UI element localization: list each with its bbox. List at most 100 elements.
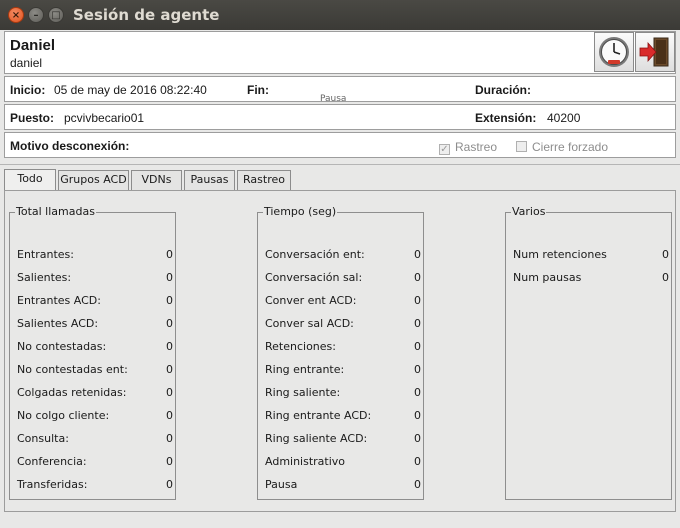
- rastreo-checkbox[interactable]: ✓ Rastreo: [439, 140, 497, 155]
- stat-row: Pausa 0: [265, 478, 421, 492]
- stat-value: 0: [414, 248, 421, 261]
- stat-value: 0: [414, 340, 421, 353]
- agent-username: daniel: [10, 56, 43, 70]
- stat-row: Retenciones: 0: [265, 340, 421, 354]
- tab-pausas[interactable]: Pausas: [184, 170, 235, 190]
- stat-label: Ring saliente ACD:: [265, 432, 368, 445]
- clock-button[interactable]: [594, 32, 634, 72]
- stat-value: 0: [166, 386, 173, 399]
- stat-label: Num retenciones: [513, 248, 607, 261]
- inicio-value: 05 de may de 2016 08:22:40: [54, 83, 207, 97]
- maximize-window-button[interactable]: □: [48, 7, 64, 23]
- stat-label: Transferidas:: [17, 478, 88, 491]
- tab-grupos-acd[interactable]: Grupos ACD: [58, 170, 129, 190]
- stat-value: 0: [414, 455, 421, 468]
- tab-todo[interactable]: Todo: [4, 169, 56, 190]
- stat-value: 0: [166, 271, 173, 284]
- inicio-label: Inicio:: [10, 83, 46, 97]
- stat-row: No contestadas: 0: [17, 340, 173, 354]
- duracion-label: Duración:: [475, 83, 532, 97]
- stat-value: 0: [414, 294, 421, 307]
- stat-row: Administrativo 0: [265, 455, 421, 469]
- stat-value: 0: [166, 317, 173, 330]
- stat-label: Retenciones:: [265, 340, 336, 353]
- stat-value: 0: [414, 409, 421, 422]
- stat-label: No contestadas ent:: [17, 363, 128, 376]
- stat-row: Ring saliente: 0: [265, 386, 421, 400]
- stat-value: 0: [414, 271, 421, 284]
- stat-label: Salientes:: [17, 271, 72, 284]
- stat-row: Salientes: 0: [17, 271, 173, 285]
- tab-panel-todo: Total llamadas Entrantes: 0 Salientes: 0 Ent…: [4, 190, 676, 512]
- section-divider: [0, 164, 680, 165]
- stat-label: Pausa: [265, 478, 298, 491]
- stat-value: 0: [414, 317, 421, 330]
- stat-label: Num pausas: [513, 271, 582, 284]
- group-title: Varios: [511, 205, 547, 218]
- minimize-window-button[interactable]: –: [28, 7, 44, 23]
- tiempo-group: Tiempo (seg) Conversación ent: 0 Conversac…: [257, 205, 424, 500]
- cierre-forzado-checkbox-label: Cierre forzado: [532, 140, 609, 154]
- stat-row: Entrantes ACD: 0: [17, 294, 173, 308]
- stat-row: Salientes ACD: 0: [17, 317, 173, 331]
- motivo-label: Motivo desconexión:: [10, 139, 130, 153]
- stat-label: Conver sal ACD:: [265, 317, 354, 330]
- stat-value: 0: [166, 248, 173, 261]
- agent-header: [4, 31, 676, 74]
- stat-label: Conversación sal:: [265, 271, 363, 284]
- stat-label: Conferencia:: [17, 455, 87, 468]
- stat-label: Colgadas retenidas:: [17, 386, 127, 399]
- stat-row: Ring entrante ACD: 0: [265, 409, 421, 423]
- stat-row: Ring entrante: 0: [265, 363, 421, 377]
- stat-label: Conversación ent:: [265, 248, 365, 261]
- stat-row: Entrantes: 0: [17, 248, 173, 262]
- total-llamadas-group: Total llamadas Entrantes: 0 Salientes: 0 Ent…: [9, 205, 176, 500]
- stat-row: Conver sal ACD: 0: [265, 317, 421, 331]
- stat-label: Conver ent ACD:: [265, 294, 357, 307]
- stat-row: Conversación ent: 0: [265, 248, 421, 262]
- stat-row: Colgadas retenidas: 0: [17, 386, 173, 400]
- agent-name: Daniel: [10, 37, 56, 54]
- stat-label: Salientes ACD:: [17, 317, 99, 330]
- stat-row: Num pausas 0: [513, 271, 669, 285]
- stat-row: Transferidas: 0: [17, 478, 173, 492]
- stat-row: Conver ent ACD: 0: [265, 294, 421, 308]
- stat-label: Entrantes:: [17, 248, 74, 261]
- group-title: Tiempo (seg): [263, 205, 338, 218]
- extension-label: Extensión:: [475, 111, 537, 125]
- stat-row: No colgo cliente: 0: [17, 409, 173, 423]
- stat-row: Ring saliente ACD: 0: [265, 432, 421, 446]
- stat-label: Consulta:: [17, 432, 69, 445]
- puesto-label: Puesto:: [10, 111, 55, 125]
- exit-button[interactable]: [635, 32, 675, 72]
- stat-value: 0: [166, 478, 173, 491]
- stat-value: 0: [414, 432, 421, 445]
- rastreo-checkbox-label: Rastreo: [455, 140, 498, 154]
- window-title: Sesión de agente: [73, 6, 220, 24]
- stat-value: 0: [166, 432, 173, 445]
- exit-door-icon: [639, 37, 669, 67]
- window-titlebar[interactable]: × – □ Sesión de agente: [0, 0, 680, 30]
- clipped-text: Pausa: [320, 94, 347, 104]
- close-window-button[interactable]: ×: [8, 7, 24, 23]
- stat-value: 0: [414, 478, 421, 491]
- stat-row: Num retenciones 0: [513, 248, 669, 262]
- extension-value: 40200: [547, 111, 581, 125]
- cierre-forzado-checkbox[interactable]: Cierre forzado: [516, 140, 608, 154]
- checkmark-icon: ✓: [439, 144, 450, 155]
- stat-label: Ring entrante ACD:: [265, 409, 372, 422]
- stat-label: Ring saliente:: [265, 386, 341, 399]
- stat-value: 0: [166, 340, 173, 353]
- tab-rastreo[interactable]: Rastreo: [237, 170, 291, 190]
- tab-vdns[interactable]: VDNs: [131, 170, 182, 190]
- stat-label: Entrantes ACD:: [17, 294, 101, 307]
- stat-value: 0: [166, 363, 173, 376]
- stat-value: 0: [414, 386, 421, 399]
- stat-label: No contestadas:: [17, 340, 107, 353]
- stat-value: 0: [166, 455, 173, 468]
- stat-row: Conversación sal: 0: [265, 271, 421, 285]
- stat-label: Ring entrante:: [265, 363, 345, 376]
- stat-value: 0: [166, 294, 173, 307]
- stat-value: 0: [662, 271, 669, 284]
- stat-value: 0: [166, 409, 173, 422]
